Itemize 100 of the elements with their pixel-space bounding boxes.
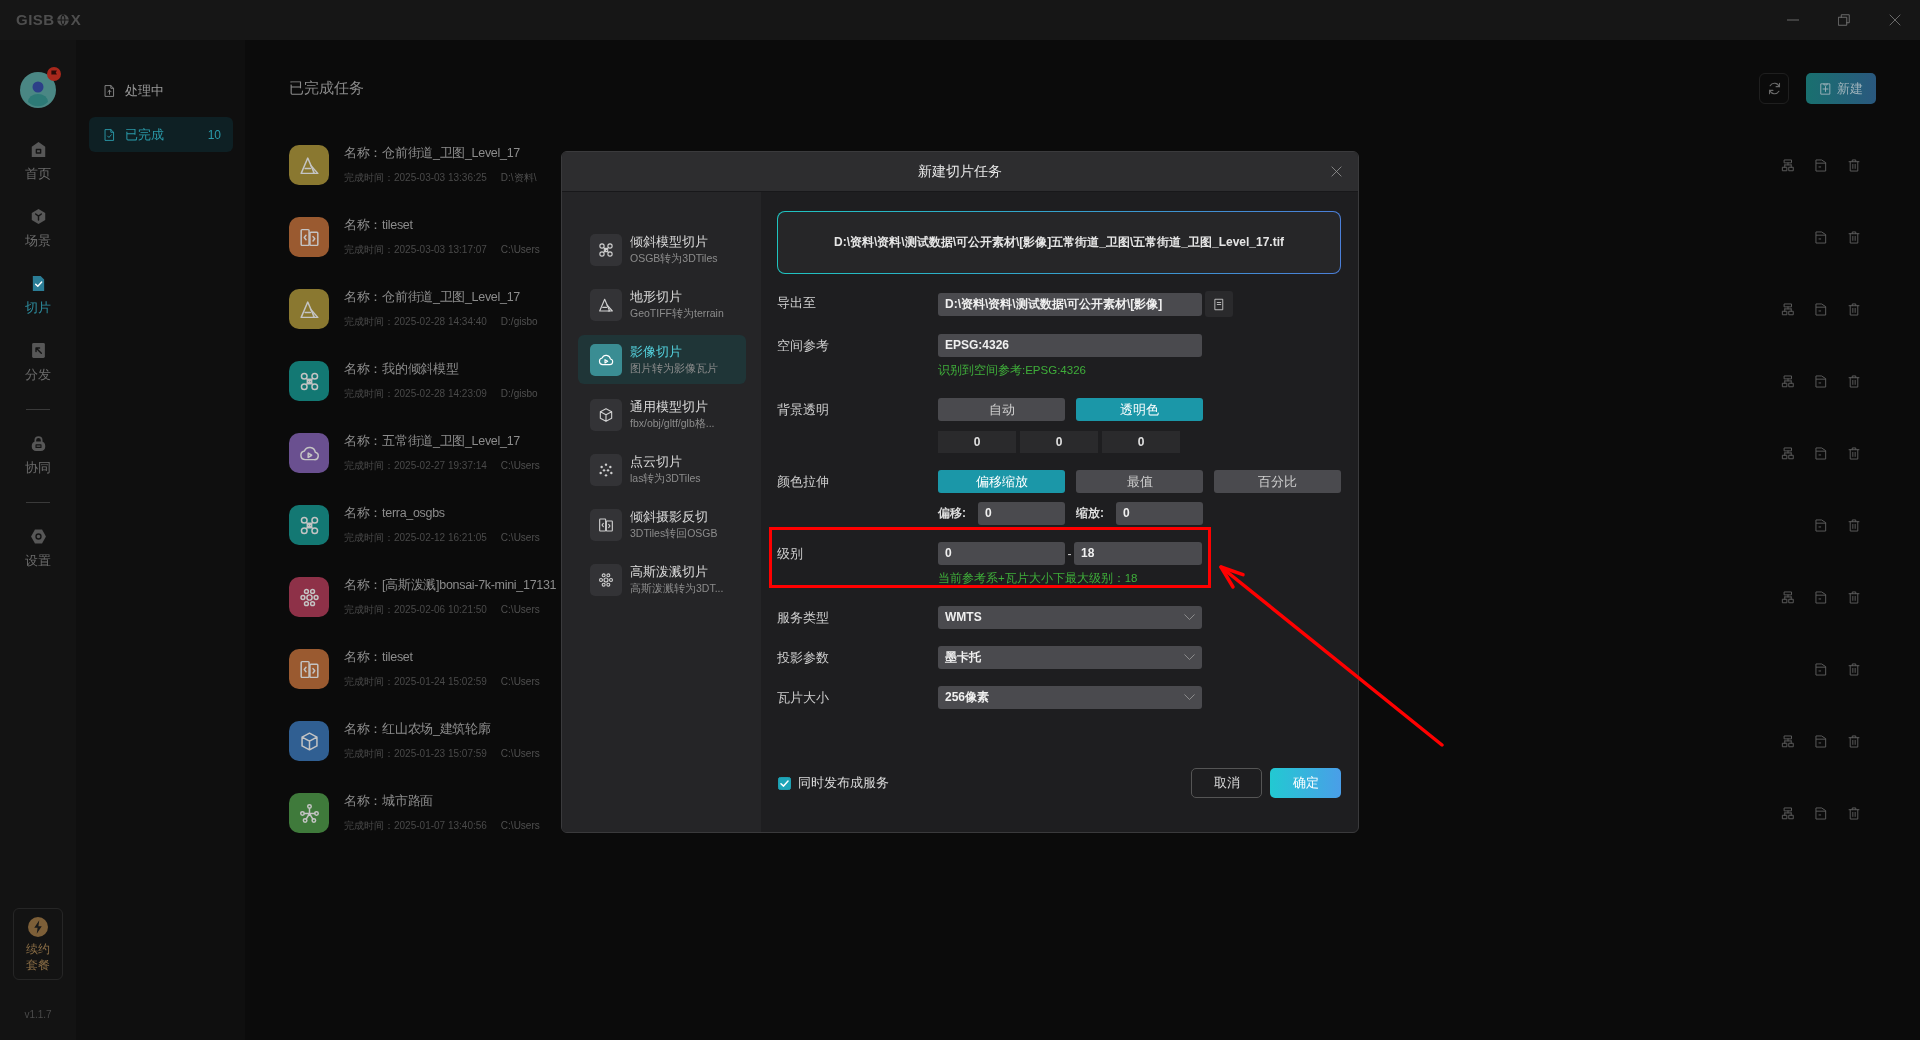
cube-icon: [590, 398, 622, 431]
archive-icon[interactable]: [1814, 445, 1828, 461]
hierarchy-icon[interactable]: [1781, 445, 1795, 461]
hexagon-cube-icon: [29, 207, 47, 226]
trash-icon[interactable]: [1847, 373, 1861, 389]
archive-icon[interactable]: [1814, 661, 1828, 677]
text-field[interactable]: EPSG:4326: [938, 334, 1202, 357]
logo-text: X: [70, 11, 82, 29]
task-count: 10: [207, 127, 221, 142]
archive-icon[interactable]: [1814, 517, 1828, 533]
chevron-down-icon: [1184, 614, 1195, 621]
settings-icon: [29, 527, 47, 546]
nav-item[interactable]: 分发: [25, 341, 51, 383]
param-field[interactable]: 0: [978, 502, 1065, 525]
cancel-button[interactable]: 取消: [1191, 768, 1262, 798]
param-field[interactable]: 0: [1116, 502, 1203, 525]
slice-type-item[interactable]: 倾斜模型切片 OSGB转为3DTiles: [578, 225, 746, 274]
archive-icon[interactable]: [1814, 301, 1828, 317]
hierarchy-icon[interactable]: [1781, 805, 1795, 821]
sub-nav-item[interactable]: 已完成 10: [89, 117, 233, 152]
archive-icon[interactable]: [1814, 157, 1828, 173]
slice-type-item[interactable]: 点云切片 las转为3DTiles: [578, 445, 746, 494]
task-path: C:\Users: [500, 603, 540, 617]
color-value-field[interactable]: 0: [1020, 431, 1098, 453]
task-name: 名称：terra_osgbs: [344, 505, 446, 521]
archive-icon[interactable]: [1814, 373, 1828, 389]
trash-icon[interactable]: [1847, 301, 1861, 317]
nav-item[interactable]: 切片: [25, 274, 51, 316]
nav-item[interactable]: 协同: [25, 434, 51, 476]
trash-icon[interactable]: [1847, 229, 1861, 245]
split-panel-icon: [590, 508, 622, 541]
task-path: D:/gisbo: [500, 315, 538, 329]
renew-button[interactable]: 续约套餐: [13, 908, 63, 980]
color-value-field[interactable]: 0: [938, 431, 1016, 453]
hierarchy-icon[interactable]: [1781, 733, 1795, 749]
option-button[interactable]: 最值: [1076, 470, 1203, 493]
file-upload-icon: [103, 83, 116, 98]
restore-icon[interactable]: [1838, 14, 1850, 26]
trash-icon[interactable]: [1847, 805, 1861, 821]
field-label: 空间参考: [777, 337, 830, 355]
trash-icon[interactable]: [1847, 445, 1861, 461]
document-icon: [1213, 297, 1225, 311]
select-field[interactable]: 墨卡托: [938, 646, 1202, 669]
archive-icon[interactable]: [1814, 805, 1828, 821]
hint-text: 当前参考系+瓦片大小下最大级别：18: [938, 571, 1138, 586]
trash-icon[interactable]: [1847, 661, 1861, 677]
select-field[interactable]: WMTS: [938, 606, 1202, 629]
trash-icon[interactable]: [1847, 733, 1861, 749]
option-button[interactable]: 百分比: [1214, 470, 1341, 493]
slice-type-item[interactable]: 通用模型切片 fbx/obj/gltf/glb格...: [578, 390, 746, 439]
color-value-field[interactable]: 0: [1102, 431, 1180, 453]
slice-type-item[interactable]: 倾斜摄影反切 3DTiles转回OSGB: [578, 500, 746, 549]
archive-icon[interactable]: [1814, 589, 1828, 605]
hierarchy-icon[interactable]: [1781, 157, 1795, 173]
slice-type-item[interactable]: 影像切片 图片转为影像瓦片: [578, 335, 746, 384]
export-path-field[interactable]: D:\资料\资料\测试数据\可公开素材\[影像]: [938, 292, 1202, 316]
task-path: C:\Users: [500, 819, 540, 833]
hierarchy-icon[interactable]: [1781, 301, 1795, 317]
task-name: 名称：我的倾斜模型: [344, 361, 460, 377]
checkbox[interactable]: [778, 776, 791, 790]
trash-icon[interactable]: [1847, 517, 1861, 533]
home-icon: [29, 140, 47, 159]
task-name: 名称：五常街道_卫图_Level_17: [344, 433, 521, 449]
slice-type-item[interactable]: 地形切片 GeoTIFF转为terrain: [578, 280, 746, 329]
task-name: 名称：仓前街道_卫图_Level_17: [344, 289, 521, 305]
close-icon[interactable]: [1331, 166, 1342, 177]
file-plus-icon: [1819, 81, 1832, 96]
hierarchy-icon[interactable]: [1781, 373, 1795, 389]
file-check-icon: [103, 127, 116, 142]
trash-icon[interactable]: [1847, 589, 1861, 605]
hierarchy-icon[interactable]: [1781, 589, 1795, 605]
archive-icon[interactable]: [1814, 229, 1828, 245]
refresh-button[interactable]: [1759, 73, 1789, 104]
trash-icon[interactable]: [1847, 157, 1861, 173]
avatar[interactable]: [20, 72, 56, 108]
slice-type-item[interactable]: 高斯泼溅切片 高斯泼溅转为3DT...: [578, 555, 746, 604]
archive-icon[interactable]: [1814, 733, 1828, 749]
nav-item[interactable]: 首页: [25, 140, 51, 182]
task-name: 名称：[高斯泼溅]bonsai-7k-mini_17131: [344, 577, 557, 593]
refresh-icon: [1766, 81, 1782, 96]
close-icon[interactable]: [1889, 14, 1901, 26]
field-label: 瓦片大小: [777, 689, 830, 707]
task-path: C:\Users: [500, 675, 540, 689]
point-cloud-icon: [590, 453, 622, 486]
nav-item[interactable]: 设置: [25, 527, 51, 569]
sub-nav-item[interactable]: 处理中: [89, 73, 233, 108]
field-label: 投影参数: [777, 649, 830, 667]
source-path-field[interactable]: D:\资料\资料\测试数据\可公开素材\[影像]五常街道_卫图\五常街道_卫图_Level_17.tif: [777, 211, 1341, 274]
select-field[interactable]: 256像素: [938, 686, 1202, 709]
hint-text: 识别到空间参考:EPSG:4326: [938, 363, 1086, 378]
level-from-field[interactable]: 0: [938, 542, 1065, 565]
task-path: C:\Users: [500, 531, 540, 545]
task-path: C:\Users: [500, 459, 540, 473]
option-button[interactable]: 自动: [938, 398, 1065, 421]
task-name: 名称：城市路面: [344, 793, 434, 809]
level-to-field[interactable]: 18: [1074, 542, 1202, 565]
nav-item[interactable]: 场景: [25, 207, 51, 249]
task-name: 名称：仓前街道_卫图_Level_17: [344, 145, 521, 161]
browse-button[interactable]: [1205, 291, 1233, 317]
field-label: 级别: [777, 545, 804, 563]
